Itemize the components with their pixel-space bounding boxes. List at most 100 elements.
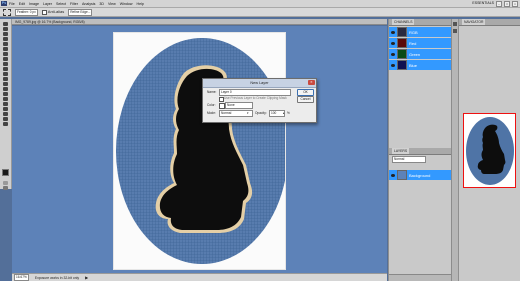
- lasso-tool-icon[interactable]: [3, 32, 8, 36]
- layers-panel-header: LAYERS: [389, 148, 451, 155]
- antialias-option[interactable]: Anti-alias: [41, 9, 64, 15]
- document-tab[interactable]: IMG_9789.jpg @ 16.7% (Background, RGB/8): [12, 19, 387, 25]
- foreground-color-swatch[interactable]: [2, 169, 9, 176]
- channel-row-red[interactable]: Red: [389, 38, 451, 48]
- chevron-down-icon: ▾: [247, 111, 249, 115]
- clone-stamp-tool-icon[interactable]: [3, 62, 8, 66]
- clipping-mask-label: Use Previous Layer to Create Clipping Ma…: [224, 96, 287, 100]
- healing-tool-icon[interactable]: [3, 52, 8, 56]
- hand-tool-icon[interactable]: [3, 117, 8, 121]
- dodge-tool-icon[interactable]: [3, 87, 8, 91]
- channel-row-blue[interactable]: Blue: [389, 60, 451, 70]
- actions-icon[interactable]: [453, 29, 457, 33]
- workspace-switcher[interactable]: ESSENTIALS: [472, 1, 494, 5]
- color-select[interactable]: None: [225, 102, 253, 109]
- zoom-tool-icon[interactable]: [3, 122, 8, 126]
- collapsed-panel-icons: [451, 19, 458, 281]
- channel-thumbnail: [397, 38, 407, 48]
- tools-panel: [0, 19, 12, 190]
- path-select-tool-icon[interactable]: [3, 102, 8, 106]
- dialog-title-bar[interactable]: New Layer ✕: [203, 79, 316, 88]
- status-bar: 16.67% Exposure works in 32-bit only ▶: [12, 273, 387, 281]
- tab-layers[interactable]: LAYERS: [392, 148, 410, 154]
- channel-label: RGB: [409, 29, 418, 35]
- document-image[interactable]: [114, 33, 285, 269]
- eye-icon[interactable]: [391, 52, 395, 56]
- navigator-panel-header: NAVIGATOR: [459, 19, 520, 26]
- gradient-tool-icon[interactable]: [3, 77, 8, 81]
- status-arrow-icon[interactable]: ▶: [85, 275, 88, 280]
- document-info: Exposure works in 32-bit only: [34, 275, 80, 280]
- crop-tool-icon[interactable]: [3, 42, 8, 46]
- marquee-tool-icon[interactable]: [3, 27, 8, 31]
- menu-bar: Ps File Edit Image Layer Select Filter A…: [0, 0, 520, 8]
- channel-row-green[interactable]: Green: [389, 49, 451, 59]
- new-layer-dialog: New Layer ✕ Name: Layer 0 Use Previous L…: [202, 78, 317, 123]
- menu-image[interactable]: Image: [29, 2, 39, 6]
- quick-select-tool-icon[interactable]: [3, 37, 8, 41]
- tab-navigator[interactable]: NAVIGATOR: [462, 19, 486, 25]
- layer-row-background[interactable]: Background: [389, 170, 451, 180]
- channel-row-rgb[interactable]: RGB: [389, 27, 451, 37]
- blur-tool-icon[interactable]: [3, 82, 8, 86]
- menu-select[interactable]: Select: [56, 2, 66, 6]
- layer-name: Background: [409, 172, 431, 178]
- move-tool-icon[interactable]: [3, 22, 8, 26]
- opacity-label: Opacity:: [255, 111, 267, 115]
- layer-name-input[interactable]: Layer 0: [219, 89, 291, 96]
- maximize-button[interactable]: □: [504, 1, 510, 7]
- options-bar: Feather: 0 px Anti-alias Refine Edge...: [0, 8, 520, 17]
- menu-file[interactable]: File: [9, 2, 15, 6]
- ok-button[interactable]: OK: [297, 89, 314, 96]
- cancel-button[interactable]: Cancel: [297, 96, 314, 103]
- menu-view[interactable]: View: [108, 2, 116, 6]
- chevron-right-icon[interactable]: ▸: [283, 111, 285, 115]
- panel-dock: CHANNELS RGB Red Green Blue LAYERS Norma…: [388, 19, 451, 281]
- blend-mode-select[interactable]: Normal: [392, 156, 426, 163]
- history-icon[interactable]: [453, 22, 457, 26]
- eye-icon[interactable]: [391, 30, 395, 34]
- minimize-button[interactable]: –: [496, 1, 502, 7]
- channel-thumbnail: [397, 60, 407, 70]
- brush-tool-icon[interactable]: [3, 57, 8, 61]
- marquee-tool-icon[interactable]: [3, 8, 11, 16]
- dialog-title: New Layer: [250, 81, 269, 85]
- channel-thumbnail: [397, 49, 407, 59]
- menu-layer[interactable]: Layer: [43, 2, 52, 6]
- screen-mode-icon[interactable]: [3, 186, 8, 190]
- refine-edge-button[interactable]: Refine Edge...: [68, 8, 93, 16]
- eraser-tool-icon[interactable]: [3, 72, 8, 76]
- menu-3d[interactable]: 3D: [99, 2, 104, 6]
- mode-label: Mode:: [207, 111, 216, 115]
- channel-label: Red: [409, 40, 417, 46]
- menu-edit[interactable]: Edit: [19, 2, 25, 6]
- quick-mask-icon[interactable]: [3, 181, 8, 185]
- close-icon[interactable]: ✕: [308, 80, 315, 85]
- color-label: Color:: [207, 103, 216, 107]
- tab-channels[interactable]: CHANNELS: [392, 19, 415, 25]
- type-tool-icon[interactable]: [3, 97, 8, 101]
- 3d-rotate-tool-icon[interactable]: [3, 112, 8, 116]
- zoom-field[interactable]: 16.67%: [14, 274, 29, 281]
- layers-footer: [389, 274, 451, 281]
- pen-tool-icon[interactable]: [3, 92, 8, 96]
- feather-field[interactable]: Feather: 0 px: [15, 8, 38, 16]
- menu-filter[interactable]: Filter: [70, 2, 78, 6]
- menu-window[interactable]: Window: [120, 2, 133, 6]
- close-window-button[interactable]: ×: [512, 1, 518, 7]
- eye-icon[interactable]: [391, 63, 395, 67]
- shape-tool-icon[interactable]: [3, 107, 8, 111]
- history-brush-tool-icon[interactable]: [3, 67, 8, 71]
- channel-thumbnail: [397, 27, 407, 37]
- navigator-preview[interactable]: [463, 113, 516, 188]
- layer-thumbnail: [397, 170, 407, 180]
- menu-help[interactable]: Help: [137, 2, 144, 6]
- menu-analysis[interactable]: Analysis: [82, 2, 95, 6]
- eye-icon[interactable]: [391, 41, 395, 45]
- eye-icon[interactable]: [391, 173, 395, 177]
- antialias-checkbox[interactable]: [41, 9, 47, 15]
- silhouette-artwork: [116, 38, 285, 264]
- app-logo: Ps: [1, 1, 7, 6]
- channel-label: Green: [409, 51, 421, 57]
- eyedropper-tool-icon[interactable]: [3, 47, 8, 51]
